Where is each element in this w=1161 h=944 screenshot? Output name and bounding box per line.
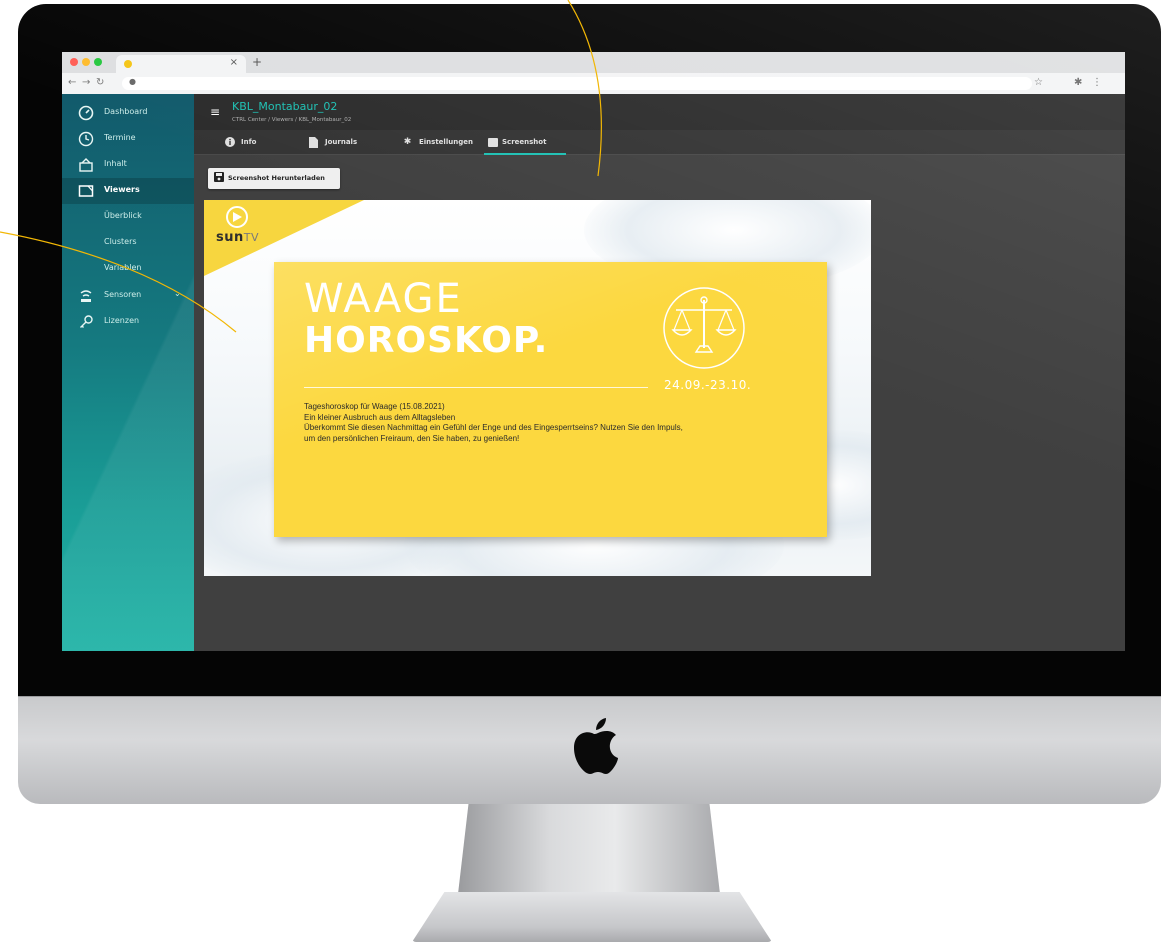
monitor-base bbox=[412, 892, 772, 942]
bookmark-star-icon[interactable]: ☆ bbox=[1034, 77, 1043, 88]
clock-icon bbox=[78, 131, 94, 147]
menu-icon[interactable]: ≡ bbox=[210, 106, 220, 118]
sidebar-item-viewers[interactable]: Viewers bbox=[62, 178, 194, 204]
tab-close-icon[interactable]: × bbox=[230, 57, 238, 68]
lock-icon: ● bbox=[129, 77, 136, 86]
horoscope-line: Tageshoroskop für Waage (15.08.2021) bbox=[304, 402, 445, 411]
horoscope-heading: HOROSKOP. bbox=[304, 320, 549, 361]
info-icon bbox=[224, 137, 235, 150]
sidebar-item-dashboard[interactable]: Dashboard bbox=[62, 100, 194, 126]
horoscope-line: Ein kleiner Ausbruch aus dem Alltagslebe… bbox=[304, 412, 456, 422]
tab-einstellungen[interactable]: ✱ Einstellungen bbox=[402, 130, 492, 155]
horoscope-line: Überkommt Sie diesen Nachmittag ein Gefü… bbox=[304, 423, 683, 432]
monitor-icon bbox=[78, 183, 94, 199]
forward-icon[interactable]: → bbox=[82, 77, 90, 88]
download-button-label: Screenshot Herunterladen bbox=[228, 174, 325, 182]
window-minimize-dot[interactable] bbox=[82, 58, 90, 66]
sidebar-item-lizenzen[interactable]: Lizenzen bbox=[62, 309, 194, 335]
sidebar-subitem-clusters[interactable]: Clusters bbox=[104, 237, 137, 246]
file-icon bbox=[308, 137, 319, 151]
save-icon bbox=[214, 172, 224, 185]
new-tab-button[interactable]: + bbox=[252, 55, 262, 69]
brand-suffix: TV bbox=[243, 231, 259, 244]
sidebar-item-label: Sensoren bbox=[104, 290, 142, 299]
browser-chrome: × + ← → ↻ ● ☆ ✱ ⋮ bbox=[62, 52, 1125, 94]
download-screenshot-button[interactable]: Screenshot Herunterladen bbox=[208, 168, 340, 189]
product-mockup: × + ← → ↻ ● ☆ ✱ ⋮ Dashboard Termine Inha… bbox=[0, 0, 1161, 944]
extensions-icon[interactable]: ✱ bbox=[1074, 77, 1082, 88]
tab-label: Einstellungen bbox=[419, 138, 473, 146]
monitor-screen: × + ← → ↻ ● ☆ ✱ ⋮ Dashboard Termine Inha… bbox=[62, 52, 1125, 651]
sidebar-item-termine[interactable]: Termine bbox=[62, 126, 194, 152]
sidebar-item-sensoren[interactable]: Sensoren ⌄ bbox=[62, 283, 194, 309]
brand-wordmark: sunTV bbox=[216, 230, 259, 245]
gauge-icon bbox=[78, 105, 94, 121]
tab-label: Journals bbox=[325, 138, 358, 146]
sidebar-item-label: Lizenzen bbox=[104, 316, 140, 325]
browser-menu-icon[interactable]: ⋮ bbox=[1092, 77, 1102, 88]
back-icon[interactable]: ← bbox=[68, 77, 76, 88]
date-range: 24.09.-23.10. bbox=[664, 378, 752, 392]
app-header: ≡ KBL_Montabaur_02 CTRL Center / Viewers… bbox=[194, 94, 1125, 130]
horoscope-text: Tageshoroskop für Waage (15.08.2021) Ein… bbox=[304, 402, 794, 444]
sidebar-item-label: Dashboard bbox=[104, 107, 148, 116]
play-triangle-icon bbox=[233, 212, 242, 222]
tab-info[interactable]: Info bbox=[224, 130, 284, 155]
screenshot-preview: sunTV WAAGE HOROSKOP. 24.09.-23.10. Tage… bbox=[204, 200, 871, 576]
brand-main: sun bbox=[216, 230, 244, 245]
address-bar-row: ← → ↻ ● ☆ ✱ ⋮ bbox=[62, 73, 1125, 94]
screenshot-tab-icon bbox=[488, 138, 498, 147]
content-icon bbox=[78, 157, 94, 173]
sidebar: Dashboard Termine Inhalt Viewers Überbli… bbox=[62, 94, 194, 651]
divider bbox=[304, 387, 648, 388]
reload-icon[interactable]: ↻ bbox=[96, 77, 104, 88]
sidebar-item-label: Viewers bbox=[104, 185, 140, 194]
libra-scales-icon bbox=[663, 287, 745, 369]
tab-label: Info bbox=[241, 138, 257, 146]
window-zoom-dot[interactable] bbox=[94, 58, 102, 66]
gear-icon: ✱ bbox=[403, 137, 412, 147]
tab-label: Screenshot bbox=[502, 138, 547, 146]
browser-tab-bar: × + bbox=[62, 52, 1125, 73]
horoscope-card: WAAGE HOROSKOP. 24.09.-23.10. Tageshoros… bbox=[274, 262, 827, 537]
viewer-tabs: Info Journals ✱ Einstellungen Screenshot bbox=[194, 130, 1125, 155]
page-title: KBL_Montabaur_02 bbox=[232, 100, 338, 113]
sensor-icon bbox=[78, 288, 94, 304]
favicon-icon bbox=[124, 60, 132, 68]
window-close-dot[interactable] bbox=[70, 58, 78, 66]
url-field[interactable]: ● bbox=[122, 77, 1032, 90]
horoscope-line: um den persönlichen Freiraum, den Sie ha… bbox=[304, 433, 520, 443]
horoscope-sign-title: WAAGE bbox=[304, 276, 463, 322]
tab-journals[interactable]: Journals bbox=[308, 130, 378, 155]
screenshot-panel: Screenshot Herunterladen sunTV WAAGE HOR… bbox=[194, 156, 1125, 651]
breadcrumb[interactable]: CTRL Center / Viewers / KBL_Montabaur_02 bbox=[232, 117, 351, 123]
browser-tab[interactable]: × bbox=[116, 55, 246, 73]
sidebar-subitem-ueberblick[interactable]: Überblick bbox=[104, 211, 142, 220]
sidebar-item-label: Termine bbox=[104, 133, 136, 142]
sidebar-item-inhalt[interactable]: Inhalt bbox=[62, 152, 194, 178]
apple-logo-icon bbox=[574, 718, 618, 774]
key-icon bbox=[78, 314, 94, 330]
sidebar-item-label: Inhalt bbox=[104, 159, 127, 168]
monitor-stand bbox=[458, 804, 720, 894]
chevron-down-icon: ⌄ bbox=[174, 289, 181, 298]
sidebar-subitem-variablen[interactable]: Variablen bbox=[104, 263, 141, 272]
tab-screenshot[interactable]: Screenshot bbox=[484, 130, 566, 155]
